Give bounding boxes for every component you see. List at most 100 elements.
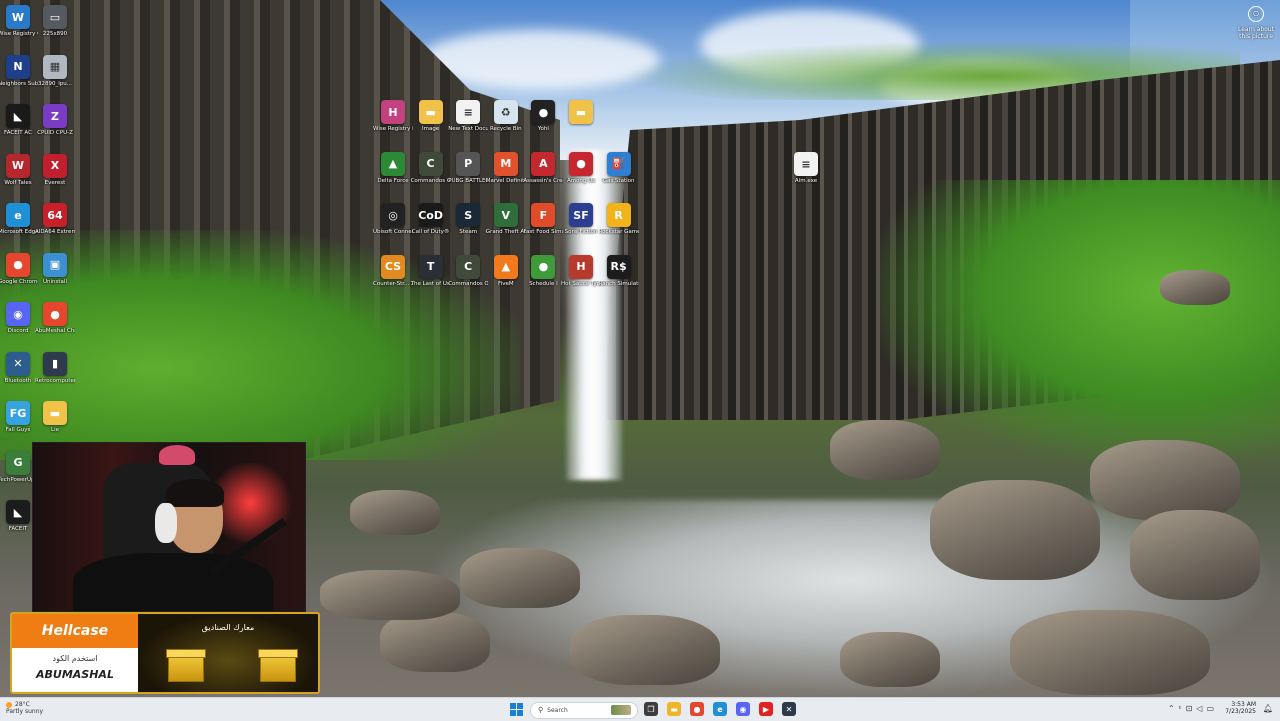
- desktop-icon-label: Uninstall: [43, 278, 67, 285]
- desktop-icon[interactable]: CS Counter-Str... 2: [373, 254, 413, 288]
- app-icon: ▲: [493, 254, 518, 279]
- weather-widget[interactable]: 28°C Partly sunny: [6, 701, 43, 715]
- desktop-icon[interactable]: S Steam: [448, 203, 488, 236]
- desktop-icon[interactable]: Z CPUID CPU-Z: [35, 104, 75, 137]
- notification-bell-icon[interactable]: 🔔︎: [1263, 704, 1273, 713]
- desktop-icon-label: Grand Theft Auto V: [485, 229, 526, 235]
- clock-date: 7/23/2025: [1225, 708, 1256, 715]
- app-icon: H: [381, 100, 405, 124]
- app-icon: 64: [43, 203, 67, 227]
- desktop-icon-label: New Text Document: [448, 126, 489, 132]
- app-icon: ♻: [493, 100, 518, 124]
- desktop-icon[interactable]: R$Ranch Simulator: [599, 254, 639, 288]
- youtube-icon[interactable]: ▶: [759, 702, 773, 716]
- desktop-icon[interactable]: ● Schedule I: [523, 254, 563, 288]
- taskbar: 28°C Partly sunny ⚲ Search ❐ ▬ ● e ◉ ▶ ✕ ⌃ᵋ⊡◁▭ …: [0, 697, 1280, 721]
- desktop-icon[interactable]: HHot Sauce Tycoon: [561, 254, 601, 288]
- file-explorer-icon[interactable]: ▬: [667, 702, 681, 716]
- desktop-icon[interactable]: H Wise Registry Health: [373, 100, 413, 133]
- desktop-icon[interactable]: ▲ Delta Force: [373, 151, 413, 185]
- desktop-icon[interactable]: ● Yohi: [523, 100, 563, 133]
- desktop-icon-label: 225x890: [42, 31, 68, 37]
- desktop-icon[interactable]: ▣ Uninstall: [35, 252, 75, 286]
- app-icon: ≡: [456, 100, 481, 124]
- taskbar-search[interactable]: ⚲ Search: [530, 702, 638, 719]
- search-label: Search: [547, 707, 568, 714]
- desktop-icon[interactable]: AAssassin's Creed S...: [523, 151, 563, 185]
- desktop-icon[interactable]: ● AbuMeshal Chrome: [35, 302, 75, 335]
- desktop-icon[interactable]: ≡ Aim.exe: [786, 152, 826, 185]
- desktop-icon[interactable]: ≡ New Text Document: [448, 100, 488, 133]
- desktop-icon[interactable]: PPUBG BATTLEGR...: [448, 151, 488, 185]
- desktop-icon[interactable]: ▮ Retrocomputer: [35, 351, 75, 385]
- desktop-icon-label: Fast Food Simulator: [523, 229, 564, 235]
- desktop-icon[interactable]: ◉ Discord: [0, 302, 38, 335]
- desktop-icon-label: Wise Registry Health: [373, 126, 413, 132]
- desktop-icon[interactable]: W Wise Registry Cleaner: [0, 5, 38, 38]
- edge-icon[interactable]: e: [713, 702, 727, 716]
- desktop-icon[interactable]: MMarvel Definiti...: [486, 151, 526, 185]
- desktop-icon[interactable]: ⛽ Gas Station: [599, 151, 639, 185]
- start-button[interactable]: [510, 703, 523, 716]
- clock[interactable]: 3:53 AM 7/23/2025: [1225, 701, 1256, 715]
- desktop-icon-label: AbuMeshal Chrome: [35, 328, 75, 334]
- desktop-icon[interactable]: NNeighbors Suburba...: [0, 54, 38, 88]
- camera-info-icon: ⊙: [1248, 6, 1264, 22]
- volume-icon[interactable]: ◁: [1196, 704, 1206, 713]
- desktop-icon[interactable]: ▭ 225x890: [35, 5, 75, 38]
- desktop-icon[interactable]: 64 AIDA64 Extreme: [35, 203, 75, 236]
- desktop-icon[interactable]: CCommandos Origins: [448, 254, 488, 288]
- system-tray[interactable]: ⌃ᵋ⊡◁▭: [1168, 704, 1218, 713]
- desktop-icon[interactable]: SF Sons Fiction: [561, 203, 601, 236]
- desktop-icon-label: Commandos Origins - O...: [410, 177, 451, 184]
- chrome-icon[interactable]: ●: [690, 702, 704, 716]
- desktop-icon[interactable]: TThe Last of Us™ Part I: [410, 254, 451, 288]
- desktop-icon-label: The Last of Us™ Part I: [410, 280, 451, 287]
- desktop-icon[interactable]: CoD Call of Duty®: [411, 203, 451, 236]
- battery-icon[interactable]: ▭: [1206, 704, 1218, 713]
- desktop-icon[interactable]: ♻ Recycle Bin: [486, 100, 526, 133]
- learn-about-picture[interactable]: ⊙ Learn about this picture: [1236, 6, 1276, 40]
- language-icon[interactable]: ᵋ: [1179, 704, 1186, 713]
- search-icon: ⚲: [538, 706, 544, 714]
- desktop-icon[interactable]: ◣ FACEIT AC: [0, 104, 38, 137]
- desktop-icon[interactable]: ▬ Lie: [35, 401, 75, 434]
- app-icon: W: [6, 5, 30, 29]
- desktop-icon-label: Microsoft Edge: [0, 229, 38, 235]
- app-icon: ▲: [381, 151, 405, 176]
- app-icon: FG: [6, 401, 30, 425]
- desktop-icon[interactable]: CCommandos Origins - O...: [410, 151, 451, 185]
- app-icon: ●: [43, 302, 67, 326]
- terminal-icon[interactable]: ✕: [782, 702, 796, 716]
- app-icon: e: [6, 203, 30, 227]
- app-icon: C: [456, 254, 481, 279]
- app-icon: Z: [43, 104, 67, 128]
- desktop[interactable]: W Wise Registry Cleaner ▭ 225x890 NNeighbors…: [0, 0, 1280, 697]
- desktop-icon[interactable]: V Grand Theft Auto V: [486, 203, 526, 236]
- desktop-icon[interactable]: FG Fall Guys: [0, 401, 38, 434]
- app-icon: ⛽: [606, 151, 631, 176]
- desktop-icon[interactable]: ▬ Image: [411, 100, 451, 133]
- desktop-icon[interactable]: ● Among Us: [561, 151, 601, 185]
- chevron-up-icon[interactable]: ⌃: [1168, 704, 1179, 713]
- desktop-icon[interactable]: ●Google Chrome: [0, 252, 38, 286]
- hat-decoration: [159, 445, 195, 465]
- app-icon: ✕: [6, 351, 30, 376]
- desktop-icon[interactable]: F Fast Food Simulator: [523, 203, 563, 236]
- promo-caption: استخدم الكود: [52, 654, 98, 663]
- discord-icon[interactable]: ◉: [736, 702, 750, 716]
- desktop-icon[interactable]: X Everest: [35, 153, 75, 187]
- desktop-icon[interactable]: W Wolf Tales: [0, 153, 38, 187]
- desktop-icon[interactable]: ◎ Ubisoft Connect: [373, 203, 413, 236]
- desktop-icon[interactable]: e Microsoft Edge: [0, 203, 38, 236]
- app-icon: C: [418, 151, 443, 176]
- taskview-icon[interactable]: ❐: [644, 702, 658, 716]
- network-icon[interactable]: ⊡: [1186, 704, 1197, 713]
- desktop-icon-label: Hot Sauce Tycoon: [561, 280, 601, 287]
- desktop-icon[interactable]: R Rockstar Games ...: [599, 203, 639, 236]
- learn-about-label: Learn about this picture: [1238, 26, 1274, 40]
- desktop-icon[interactable]: ▦ 32890_lpu...: [35, 54, 75, 88]
- desktop-icon[interactable]: ✕ Bluetooth: [0, 351, 38, 385]
- desktop-icon[interactable]: ▬: [561, 100, 601, 126]
- desktop-icon[interactable]: ▲ FiveM: [486, 254, 526, 288]
